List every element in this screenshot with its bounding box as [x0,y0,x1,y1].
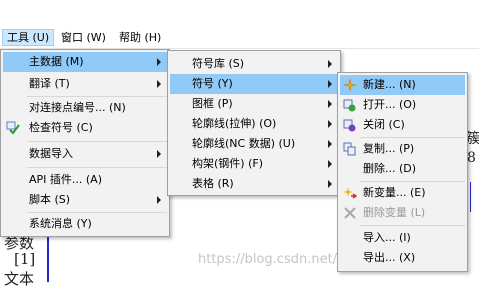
menu-item-check-symbol[interactable]: 检查符号 (C) [3,118,167,138]
submenu-arrow-icon [157,196,161,204]
menu-item-label: 翻译 (T) [29,77,70,90]
menu-item-label: 脚本 (S) [29,193,71,206]
menu-item-label: 构架(钢件) (F) [192,157,263,170]
menu-item-label: 删除... (D) [363,162,417,175]
menu-help[interactable]: 帮助 (H) [115,29,165,46]
doc-right-glyph-2: 8 [467,150,476,166]
submenu-arrow-icon [328,180,332,188]
menu-item-system-messages[interactable]: 系统消息 (Y) [3,214,167,234]
menu-item-label: 表格 (R) [192,177,234,190]
menu-item-delete[interactable]: 删除... (D) [340,159,465,179]
menu-item-label: 符号 (Y) [192,77,233,90]
menu-item-master-data[interactable]: 主数据 (M) [3,52,167,72]
menu-item-new[interactable]: 新建... (N) [340,75,465,95]
menu-item-label: 符号库 (S) [192,57,245,70]
submenu-arrow-icon [328,120,332,128]
symbol-menu: 新建... (N) 打开... (O) 关闭 (C) 复制... (P) 删除.… [337,72,468,272]
submenu-arrow-icon [328,100,332,108]
menu-item-number-connection-points[interactable]: 对连接点编号... (N) [3,98,167,118]
open-icon [343,99,356,112]
menu-item-label: 导入... (I) [363,231,411,244]
document-border-line-right [470,182,471,212]
menu-item-new-variant[interactable]: 新变量... (E) [340,183,465,203]
delete-variant-icon [344,207,356,219]
menu-item-table[interactable]: 表格 (R) [170,174,338,194]
submenu-arrow-icon [157,58,161,66]
menu-item-symbol-library[interactable]: 符号库 (S) [170,54,338,74]
menu-separator [360,181,465,182]
menu-item-outline-nc-data[interactable]: 轮廓线(NC 数据) (U) [170,134,338,154]
menu-item-frame[interactable]: 图框 (P) [170,94,338,114]
menu-item-data-import[interactable]: 数据导入 [3,144,167,164]
menu-separator [27,212,167,213]
doc-text-index: [1] [14,250,36,268]
submenu-arrow-icon [157,150,161,158]
menu-item-label: 图框 (P) [192,97,233,110]
menu-item-export[interactable]: 导出... (X) [340,248,465,268]
menu-item-label: 导出... (X) [363,251,416,264]
menu-item-label: 主数据 (M) [29,55,84,68]
menu-separator [360,225,465,226]
menu-item-label: 对连接点编号... (N) [29,101,126,114]
menu-item-label: 新建... (N) [363,78,416,91]
menu-separator [360,137,465,138]
menu-item-label: 轮廓线(NC 数据) (U) [192,137,296,150]
copy-icon [343,142,356,156]
master-data-menu: 符号库 (S) 符号 (Y) 图框 (P) 轮廓线(拉伸) (O) 轮廓线(NC… [167,50,341,196]
menu-item-framework-steel[interactable]: 构架(钢件) (F) [170,154,338,174]
menu-item-import[interactable]: 导入... (I) [340,228,465,248]
menu-bar: 工具 (U) 窗口 (W) 帮助 (H) [0,27,479,49]
menu-tools[interactable]: 工具 (U) [2,29,55,46]
menu-item-open[interactable]: 打开... (O) [340,95,465,115]
menu-item-label: 新变量... (E) [363,186,426,199]
submenu-arrow-icon [328,160,332,168]
menu-item-script[interactable]: 脚本 (S) [3,190,167,210]
menu-separator [27,167,167,168]
close-icon [343,119,356,132]
menu-item-label: 复制... (P) [363,142,415,155]
menu-separator [27,141,167,142]
menu-window[interactable]: 窗口 (W) [57,29,110,46]
menu-item-api-addin[interactable]: API 插件... (A) [3,170,167,190]
menu-item-close[interactable]: 关闭 (C) [340,115,465,135]
menu-item-label: 删除变量 (L) [363,206,426,219]
submenu-arrow-icon [328,60,332,68]
new-sparkle-icon [343,78,357,92]
menu-item-label: 打开... (O) [363,98,417,111]
menu-item-delete-variant[interactable]: 删除变量 (L) [340,203,465,223]
tools-menu: 主数据 (M) 翻译 (T) 对连接点编号... (N) 检查符号 (C) 数据… [0,49,170,237]
menu-item-translate[interactable]: 翻译 (T) [3,74,167,94]
submenu-arrow-icon [328,140,332,148]
menu-separator [27,96,167,97]
menu-item-label: API 插件... (A) [29,173,102,186]
menu-item-label: 数据导入 [29,147,73,160]
submenu-arrow-icon [328,80,332,88]
new-variant-icon [343,187,357,199]
doc-text-text: 文本 [4,270,35,288]
menu-item-label: 关闭 (C) [363,118,405,131]
menu-item-label: 系统消息 (Y) [29,217,92,230]
menu-item-label: 检查符号 (C) [29,121,93,134]
menu-item-symbol[interactable]: 符号 (Y) [170,74,338,94]
check-symbol-icon [6,121,20,135]
menu-item-copy[interactable]: 复制... (P) [340,139,465,159]
submenu-arrow-icon [157,80,161,88]
menu-item-label: 轮廓线(拉伸) (O) [192,117,277,130]
menu-item-outline-extrusion[interactable]: 轮廓线(拉伸) (O) [170,114,338,134]
